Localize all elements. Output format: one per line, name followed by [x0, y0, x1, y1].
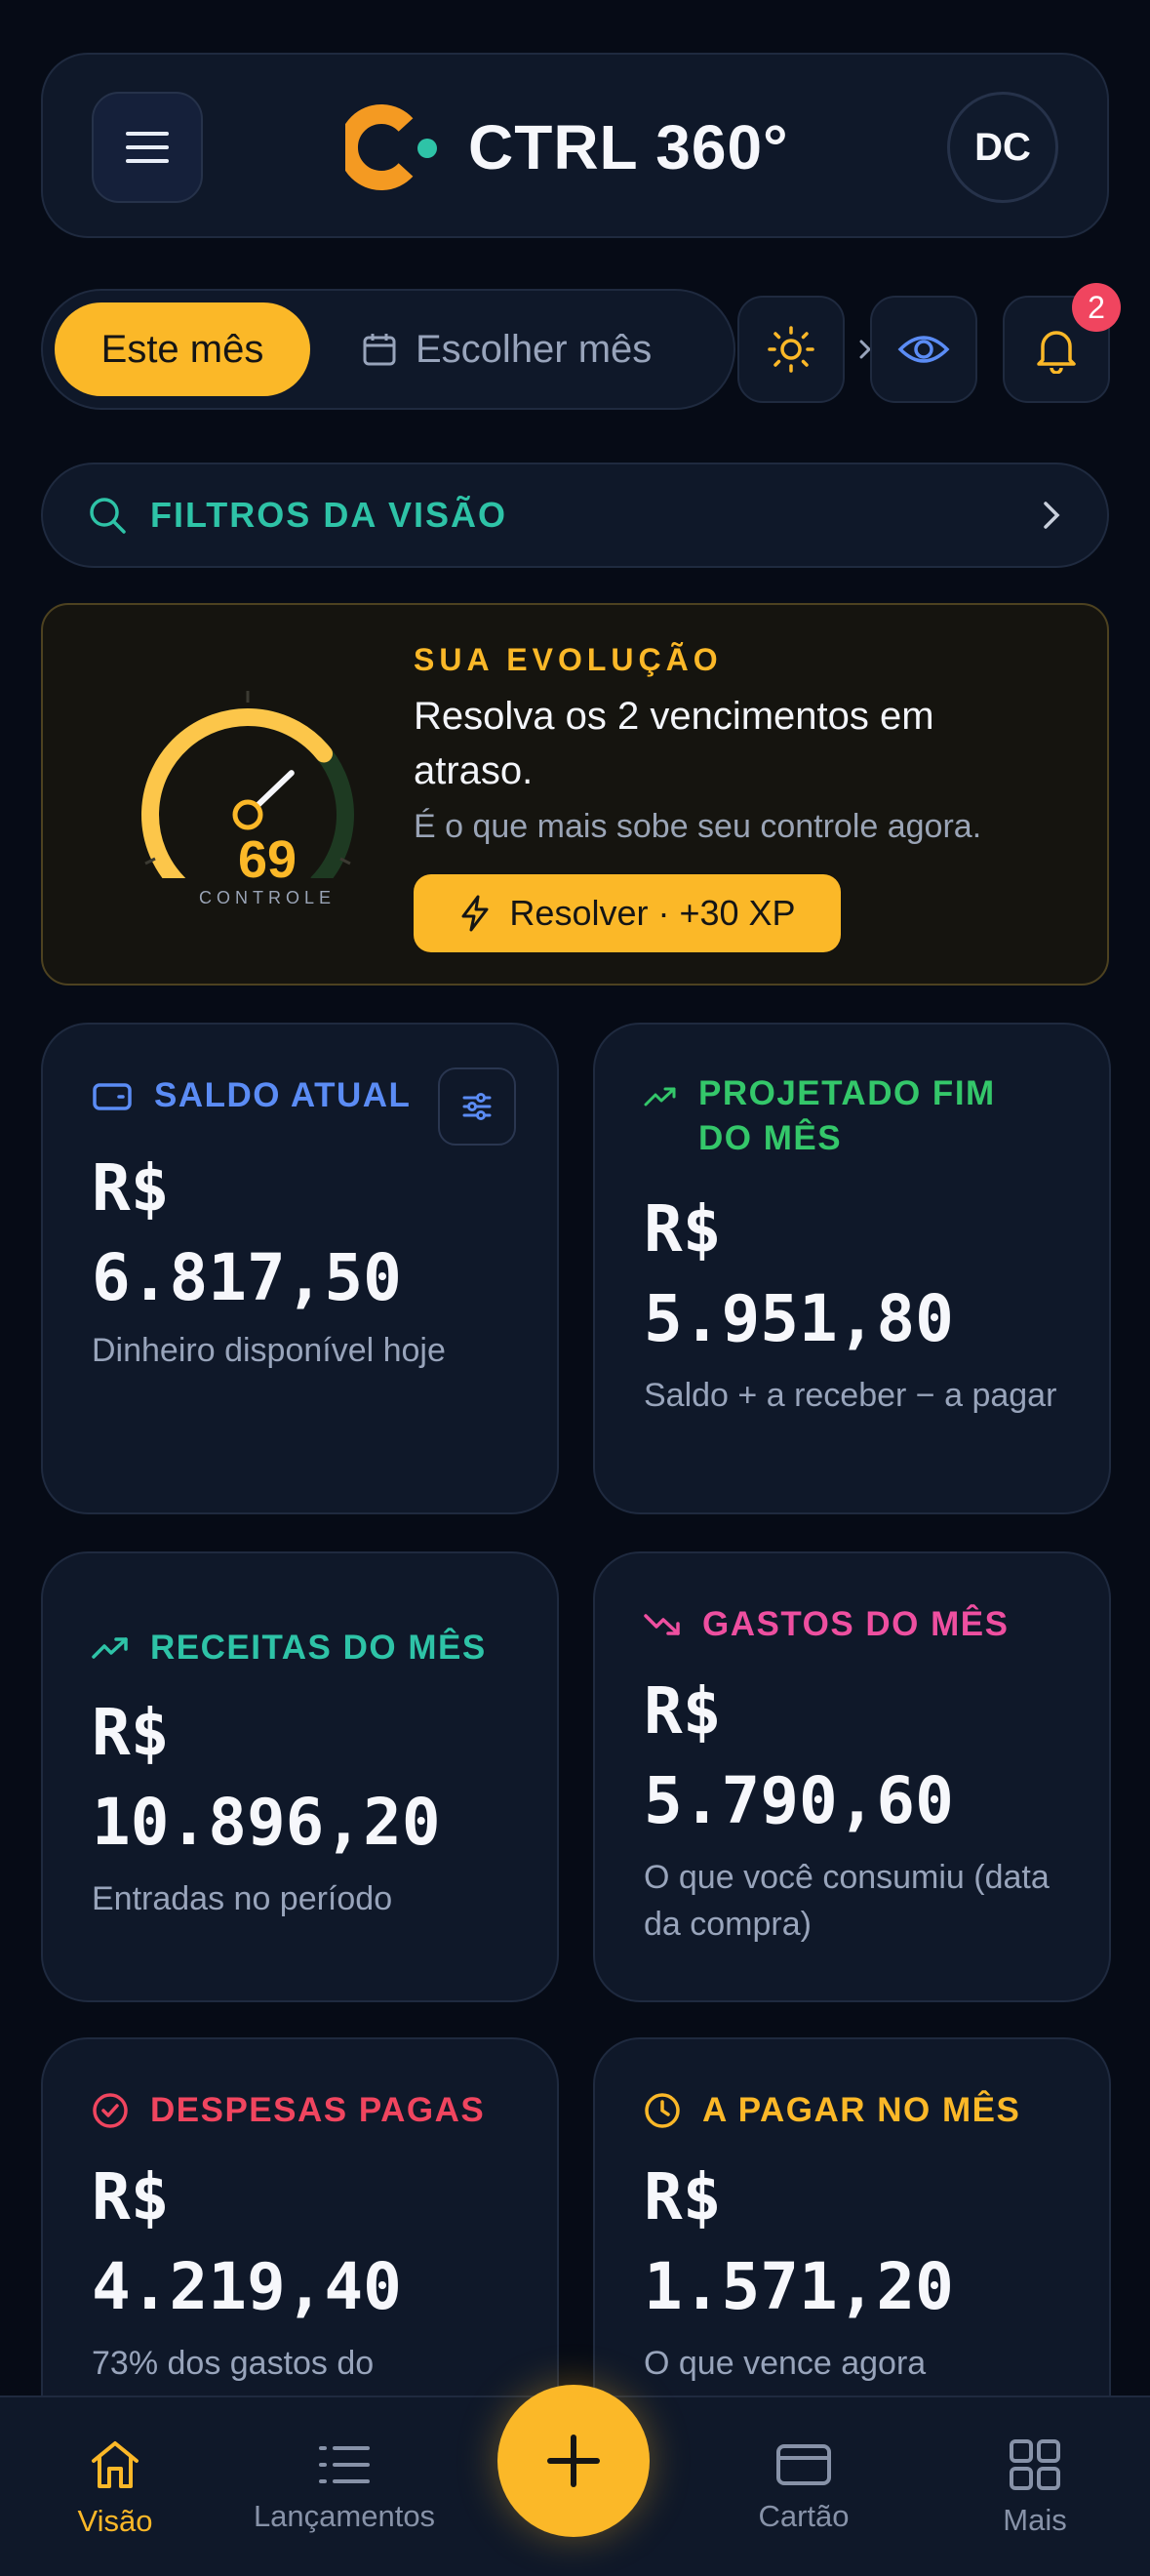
card-description: 73% dos gastos do — [92, 2345, 375, 2382]
nav-label: Mais — [1003, 2502, 1067, 2537]
card-month-expenses[interactable]: GASTOS DO MÊS R$ 5.790,60 O que você con… — [593, 1551, 1111, 2002]
nav-item-lancamentos[interactable]: Lançamentos — [237, 2397, 452, 2576]
hamburger-icon — [126, 132, 169, 163]
check-circle-icon — [93, 2093, 128, 2128]
control-score: 69 — [237, 830, 297, 889]
card-value: R$ 5.951,80 — [644, 1185, 1073, 1364]
choose-month-label: Escolher mês — [416, 327, 653, 371]
currency-symbol: R$ — [644, 1673, 722, 1749]
search-icon — [90, 498, 126, 534]
card-projected-month-end[interactable]: PROJETADO FIM DO MÊS R$ 5.951,80 Saldo +… — [593, 1023, 1111, 1514]
card-header: SALDO ATUAL — [92, 1073, 411, 1118]
card-title: GASTOS DO MÊS — [702, 1605, 1010, 1643]
grid-icon — [1010, 2438, 1060, 2490]
filters-label: FILTROS DA VISÃO — [150, 495, 508, 535]
card-value: R$ 4.219,40 — [92, 2153, 521, 2332]
resolve-button-label: Resolver · +30 XP — [509, 893, 796, 933]
view-filters-bar[interactable]: FILTROS DA VISÃO — [41, 463, 1109, 568]
eye-icon — [897, 336, 950, 363]
amount: 5.951,80 — [644, 1281, 954, 1356]
nav-label: Cartão — [758, 2498, 850, 2533]
card-header: PROJETADO FIM DO MÊS — [644, 1071, 1050, 1161]
card-title: A PAGAR NO MÊS — [702, 2091, 1021, 2129]
clock-icon — [645, 2093, 680, 2128]
card-header: A PAGAR NO MÊS — [644, 2088, 1020, 2133]
amount: 6.817,50 — [92, 1240, 402, 1315]
card-description: O que vence agora — [644, 2345, 927, 2382]
evolution-title: Resolva os 2 vencimentos em atraso. — [414, 695, 934, 792]
trend-down-icon — [644, 1614, 680, 1635]
visibility-toggle-button[interactable] — [870, 296, 977, 403]
nav-item-mais[interactable]: Mais — [928, 2397, 1142, 2576]
evolution-subtitle: É o que mais sobe seu controle agora. — [414, 808, 982, 845]
currency-symbol: R$ — [92, 1695, 170, 1770]
list-icon — [319, 2445, 370, 2483]
trend-up-icon — [92, 1637, 128, 1659]
card-header: DESPESAS PAGAS — [92, 2088, 485, 2133]
card-title: SALDO ATUAL — [154, 1076, 412, 1114]
sun-icon — [768, 326, 814, 373]
trend-up-icon — [644, 1087, 676, 1107]
amount: 1.571,20 — [644, 2249, 954, 2324]
nav-label: Visão — [77, 2503, 153, 2538]
amount: 10.896,20 — [92, 1785, 441, 1860]
notification-badge: 2 — [1072, 283, 1121, 332]
card-description: Dinheiro disponível hoje — [92, 1332, 446, 1369]
currency-symbol: R$ — [644, 2159, 722, 2234]
wallet-icon — [93, 1083, 132, 1110]
nav-item-cartao[interactable]: Cartão — [696, 2397, 911, 2576]
card-title: DESPESAS PAGAS — [150, 2091, 486, 2129]
plus-icon — [547, 2435, 600, 2487]
theme-toggle-button[interactable] — [737, 296, 845, 403]
card-icon — [776, 2443, 831, 2485]
amount: 4.219,40 — [92, 2249, 402, 2324]
resolve-button[interactable]: Resolver · +30 XP — [414, 874, 841, 952]
card-month-income[interactable]: RECEITAS DO MÊS R$ 10.896,20 Entradas no… — [41, 1551, 559, 2002]
logo-mark-icon — [345, 104, 437, 190]
card-to-pay-month[interactable]: A PAGAR NO MÊS R$ 1.571,20 O que vence a… — [593, 2037, 1111, 2447]
card-description: Entradas no período — [92, 1880, 393, 1917]
currency-symbol: R$ — [92, 2159, 170, 2234]
card-value: R$ 6.817,50 — [92, 1144, 521, 1323]
adjust-balance-button[interactable] — [438, 1067, 516, 1146]
currency-symbol: R$ — [644, 1191, 722, 1267]
card-description: Saldo + a receber − a pagar — [644, 1377, 1057, 1414]
amount: 5.790,60 — [644, 1763, 954, 1838]
sliders-icon — [462, 1093, 492, 1120]
lightning-icon — [461, 895, 489, 932]
card-value: R$ 1.571,20 — [644, 2153, 1073, 2332]
nav-item-visao[interactable]: Visão — [8, 2397, 222, 2576]
card-value: R$ 5.790,60 — [644, 1667, 1073, 1846]
card-header: GASTOS DO MÊS — [644, 1602, 1009, 1647]
card-header: RECEITAS DO MÊS — [92, 1626, 487, 1670]
card-description: O que você consumiu (data da compra) — [644, 1859, 1050, 1943]
choose-month-button[interactable]: Escolher mês — [361, 302, 652, 396]
period-selector: Este mês Escolher mês — [41, 289, 735, 410]
chevron-right-icon — [1044, 502, 1060, 529]
this-month-button[interactable]: Este mês — [55, 302, 310, 396]
home-icon — [92, 2440, 139, 2488]
card-title: PROJETADO FIM DO MÊS — [698, 1074, 996, 1157]
add-transaction-button[interactable] — [497, 2385, 650, 2537]
card-current-balance[interactable]: SALDO ATUAL R$ 6.817,50 Dinheiro disponí… — [41, 1023, 559, 1514]
app-header: CTRL 360° DC — [41, 53, 1109, 238]
nav-label: Lançamentos — [253, 2498, 436, 2533]
evolution-kicker: SUA EVOLUÇÃO — [414, 642, 723, 677]
card-title: RECEITAS DO MÊS — [150, 1629, 487, 1667]
control-score-label: CONTROLE — [198, 888, 336, 907]
evolution-card: 69 CONTROLE SUA EVOLUÇÃO Resolva os 2 ve… — [41, 603, 1109, 986]
calendar-icon — [363, 334, 396, 366]
avatar[interactable]: DC — [947, 92, 1058, 203]
brand-logo: CTRL 360° — [345, 103, 789, 191]
card-value: R$ 10.896,20 — [92, 1688, 521, 1868]
card-paid-expenses[interactable]: DESPESAS PAGAS R$ 4.219,40 73% dos gasto… — [41, 2037, 559, 2447]
menu-button[interactable] — [92, 92, 203, 203]
brand-name: CTRL 360° — [468, 112, 789, 182]
bell-icon — [1037, 331, 1076, 374]
currency-symbol: R$ — [92, 1150, 170, 1226]
